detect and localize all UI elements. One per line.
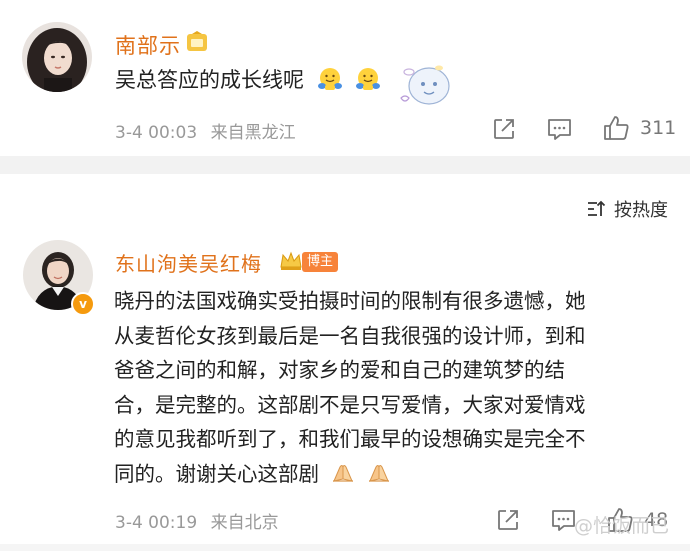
comment-text: 晓丹的法国戏确实受拍摄时间的限制有很多遗憾，她 从麦哲伦女孩到最后是一名自我很强… bbox=[114, 284, 674, 491]
timestamp: 3-4 00:19 bbox=[115, 513, 198, 533]
comment-meta: 3-4 00:03 来自黑龙江 bbox=[115, 118, 296, 143]
bottom-divider bbox=[0, 544, 690, 551]
location: 来自黑龙江 bbox=[210, 123, 296, 143]
comment-line: 合，是完整的。这部剧不是只写爱情，大家对爱情戏 bbox=[114, 392, 586, 417]
share-button[interactable] bbox=[492, 117, 516, 141]
sticker-icon bbox=[400, 65, 450, 105]
username[interactable]: 南部示 bbox=[115, 30, 181, 60]
thumbs-up-icon bbox=[604, 116, 629, 140]
author-badge: 博主 bbox=[302, 252, 339, 272]
watermark: @恰饭而已 bbox=[574, 515, 670, 537]
comment-line-text: 同的。谢谢关心这部剧 bbox=[114, 461, 319, 486]
timestamp: 3-4 00:03 bbox=[115, 123, 198, 143]
comment-card-top: 南部示 吴总答应的成长线呢 3-4 00:03 来自黑龙江 311 bbox=[0, 0, 690, 156]
share-icon bbox=[494, 119, 514, 139]
pray-hands-emoji-icon bbox=[369, 464, 390, 482]
comment-text-content: 吴总答应的成长线呢 bbox=[115, 68, 304, 92]
comment-icon bbox=[552, 510, 575, 531]
avatar[interactable] bbox=[22, 22, 92, 92]
pray-hands-emoji-icon bbox=[332, 464, 353, 482]
like-count: 311 bbox=[640, 117, 677, 139]
comment-button[interactable] bbox=[547, 118, 572, 141]
comment-text: 吴总答应的成长线呢 bbox=[115, 64, 381, 94]
hug-emoji-icon bbox=[317, 68, 342, 90]
share-icon bbox=[498, 510, 518, 530]
comment-line: 晓丹的法国戏确实受拍摄时间的限制有很多遗憾，她 bbox=[114, 289, 586, 313]
comment-line-last: 同的。谢谢关心这部剧 bbox=[114, 457, 674, 492]
section-divider bbox=[0, 156, 690, 174]
share-button[interactable] bbox=[496, 508, 520, 532]
comment-line: 的意见我都听到了，和我们最早的设想确实是完全不 bbox=[114, 427, 586, 451]
location: 来自北京 bbox=[210, 513, 279, 533]
username[interactable]: 东山洵美吴红梅 bbox=[115, 248, 262, 277]
sort-by-hotness-button[interactable]: 按热度 bbox=[586, 196, 668, 222]
like-button[interactable]: 311 bbox=[603, 115, 676, 141]
sort-icon bbox=[588, 200, 606, 216]
comment-line: 爸爸之间的和解，对家乡的爱和自己的建筑梦的结 bbox=[114, 358, 565, 382]
fan-badge-icon bbox=[187, 31, 207, 51]
hug-emoji-icon bbox=[356, 68, 381, 90]
verified-badge: v bbox=[71, 292, 95, 316]
comment-icon bbox=[548, 119, 571, 140]
crown-icon bbox=[280, 251, 302, 270]
comment-button[interactable] bbox=[551, 509, 576, 532]
comment-line: 从麦哲伦女孩到最后是一名自我很强的设计师，到和 bbox=[114, 323, 586, 348]
comment-meta: 3-4 00:19 来自北京 bbox=[115, 508, 279, 533]
sort-label: 按热度 bbox=[614, 200, 668, 221]
